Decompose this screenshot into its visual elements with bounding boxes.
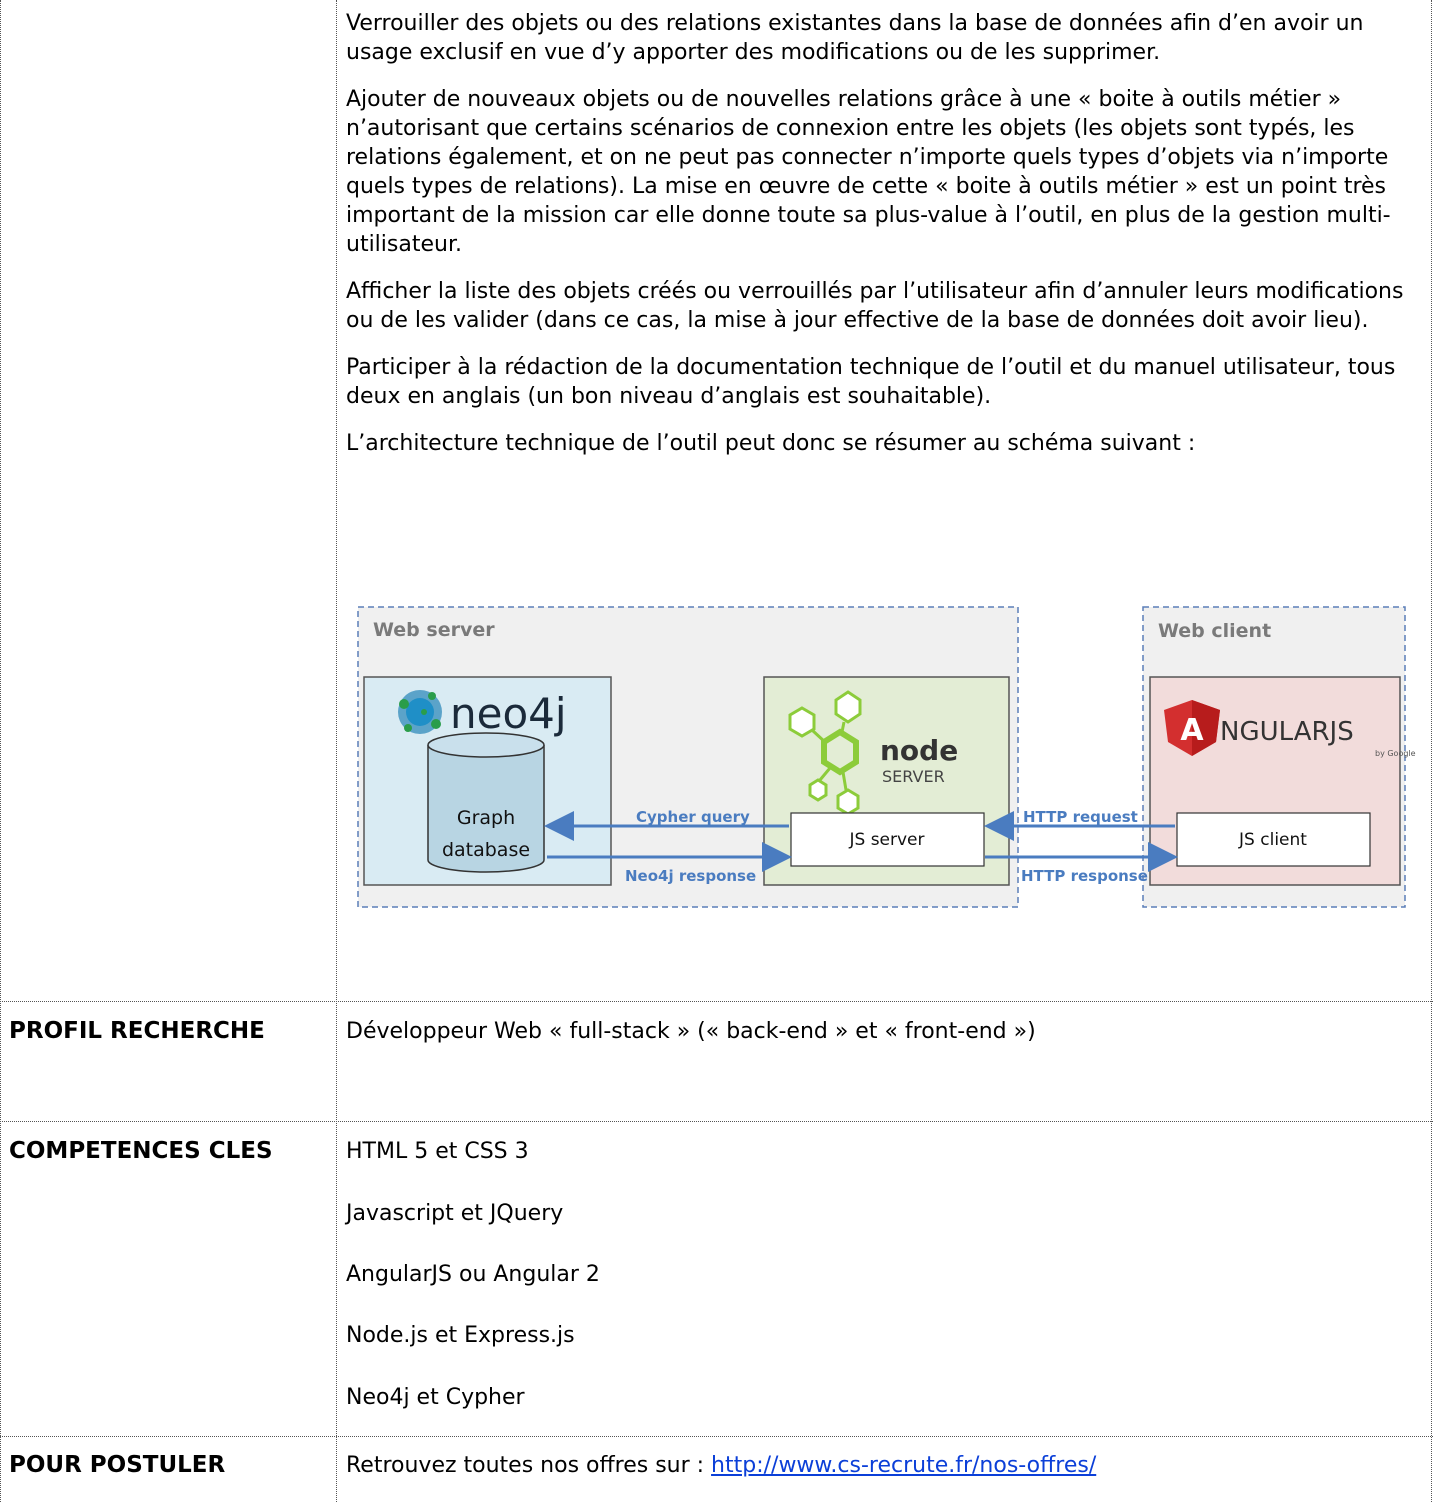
neo4j-logo-icon (398, 690, 442, 734)
table-column-divider (336, 0, 337, 1502)
apply-text: Retrouvez toutes nos offres sur : (346, 1453, 712, 1478)
paragraph-business-toolbox: Ajouter de nouveaux objets ou de nouvell… (346, 87, 1391, 257)
row-divider (0, 1121, 1433, 1122)
profile-label: PROFIL RECHERCHE (9, 1018, 265, 1044)
description-cell: Verrouiller des objets ou des relations … (346, 9, 1424, 476)
profile-value: Développeur Web « full-stack » (« back-e… (346, 1019, 1036, 1044)
js-client-label: JS client (1238, 830, 1307, 850)
skill-item: AngularJS ou Angular 2 (346, 1262, 600, 1287)
node-logo-subtext: SERVER (882, 767, 945, 786)
node-logo-text: node (880, 734, 958, 767)
angular-logo-text: NGULARJS (1220, 717, 1354, 747)
paragraph-documentation: Participer à la rédaction de la document… (346, 355, 1396, 409)
angular-logo-letter: A (1180, 713, 1204, 748)
neo4j-response-label: Neo4j response (625, 867, 756, 885)
http-request-label: HTTP request (1023, 808, 1138, 826)
document-page: Verrouiller des objets ou des relations … (0, 0, 1433, 1502)
js-server-label: JS server (848, 830, 924, 850)
skill-item: Javascript et JQuery (346, 1201, 564, 1226)
apply-label: POUR POSTULER (9, 1452, 226, 1478)
architecture-diagram: Web server Web client neo4j Graph databa… (357, 606, 1416, 908)
apply-cell: Retrouvez toutes nos offres sur : http:/… (346, 1451, 1424, 1480)
skill-item: Neo4j et Cypher (346, 1385, 525, 1410)
table-left-border (0, 0, 1, 1502)
table-right-border (1431, 0, 1432, 1502)
web-server-label: Web server (373, 619, 495, 641)
angular-logo-by-google: by Google (1375, 749, 1416, 758)
http-response-label: HTTP response (1021, 867, 1148, 885)
neo4j-logo-text: neo4j (450, 689, 567, 738)
row-divider (0, 1436, 1433, 1437)
skill-item: HTML 5 et CSS 3 (346, 1139, 529, 1164)
offers-link[interactable]: http://www.cs-recrute.fr/nos-offres/ (711, 1453, 1096, 1478)
paragraph-architecture-intro: L’architecture technique de l’outil peut… (346, 431, 1196, 456)
row-divider (0, 1001, 1433, 1002)
cypher-query-label: Cypher query (636, 808, 750, 826)
web-client-label: Web client (1158, 620, 1271, 642)
graph-database-label-2: database (442, 839, 530, 861)
paragraph-lock-objects: Verrouiller des objets ou des relations … (346, 11, 1364, 65)
graph-database-label-1: Graph (457, 807, 515, 829)
skill-item: Node.js et Express.js (346, 1323, 575, 1348)
paragraph-list-objects: Afficher la liste des objets créés ou ve… (346, 279, 1404, 333)
skills-label: COMPETENCES CLES (9, 1138, 273, 1164)
